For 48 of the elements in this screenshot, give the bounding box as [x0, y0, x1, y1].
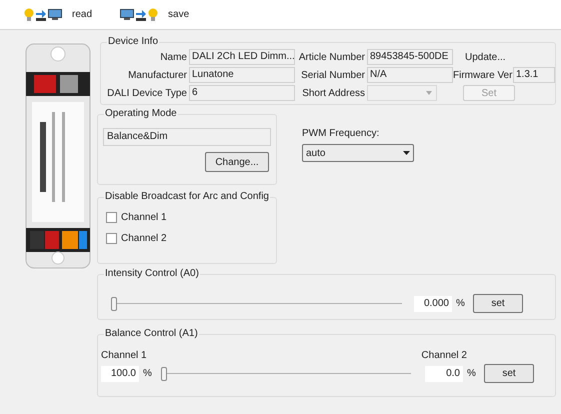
field-label: Firmware Ver: [453, 68, 513, 82]
change-button[interactable]: Change...: [205, 152, 269, 172]
save-button[interactable]: save: [116, 4, 194, 24]
readonly-field: 89453845-500DE: [367, 49, 453, 65]
checkbox[interactable]: [106, 233, 117, 244]
update-link[interactable]: Update...: [453, 50, 557, 64]
readonly-field: N/A: [367, 67, 453, 83]
bus-arrow-icon: [36, 8, 46, 20]
checkbox[interactable]: [106, 212, 117, 223]
value-field[interactable]: 100.0: [101, 366, 139, 382]
readonly-field: DALI 2Ch LED Dimm...: [189, 49, 295, 65]
channel-label: Channel 2: [421, 349, 467, 363]
set-button[interactable]: set: [484, 364, 534, 383]
channel-checkbox[interactable]: Channel 2: [106, 231, 268, 246]
bulb-icon: [148, 8, 158, 22]
bus-arrow-icon: [136, 8, 146, 20]
monitor-icon: [120, 8, 134, 20]
monitor-icon: [48, 8, 62, 20]
field-label: Article Number: [298, 50, 366, 64]
unit-label: %: [142, 367, 153, 381]
dropdown-arrow-icon: [426, 91, 432, 95]
field-label: Name: [159, 50, 188, 64]
group-title: Disable Broadcast for Arc and Config: [104, 190, 270, 204]
mode-field: Balance&Dim: [103, 128, 271, 146]
field-label: Serial Number: [300, 68, 366, 82]
slider-thumb[interactable]: [161, 366, 167, 380]
set-button[interactable]: set: [473, 294, 523, 313]
group-title: Balance Control (A1): [104, 327, 199, 341]
bulb-icon: [24, 8, 34, 22]
field-label: Manufacturer: [127, 68, 188, 82]
group-title: Intensity Control (A0): [104, 267, 200, 281]
slider-thumb[interactable]: [111, 296, 117, 310]
value-field[interactable]: 0.000: [414, 296, 452, 312]
pwm-dropdown[interactable]: auto: [302, 144, 414, 162]
readonly-field: 1.3.1: [513, 67, 555, 83]
field-label: Short Address: [301, 86, 366, 100]
pwm-label: PWM Frequency:: [302, 127, 380, 141]
dropdown-arrow-icon: [403, 151, 410, 155]
read-button[interactable]: read: [20, 4, 96, 24]
readonly-field: 6: [189, 85, 295, 101]
value-field[interactable]: 0.0: [425, 366, 463, 382]
field-label: DALI Device Type: [106, 86, 188, 100]
group-title: Operating Mode: [104, 107, 178, 121]
readonly-field: Lunatone: [189, 67, 295, 83]
channel-label: Channel 1: [101, 349, 147, 363]
unit-label: %: [455, 297, 466, 311]
channel-checkbox[interactable]: Channel 1: [106, 210, 268, 225]
unit-label: %: [466, 367, 477, 381]
